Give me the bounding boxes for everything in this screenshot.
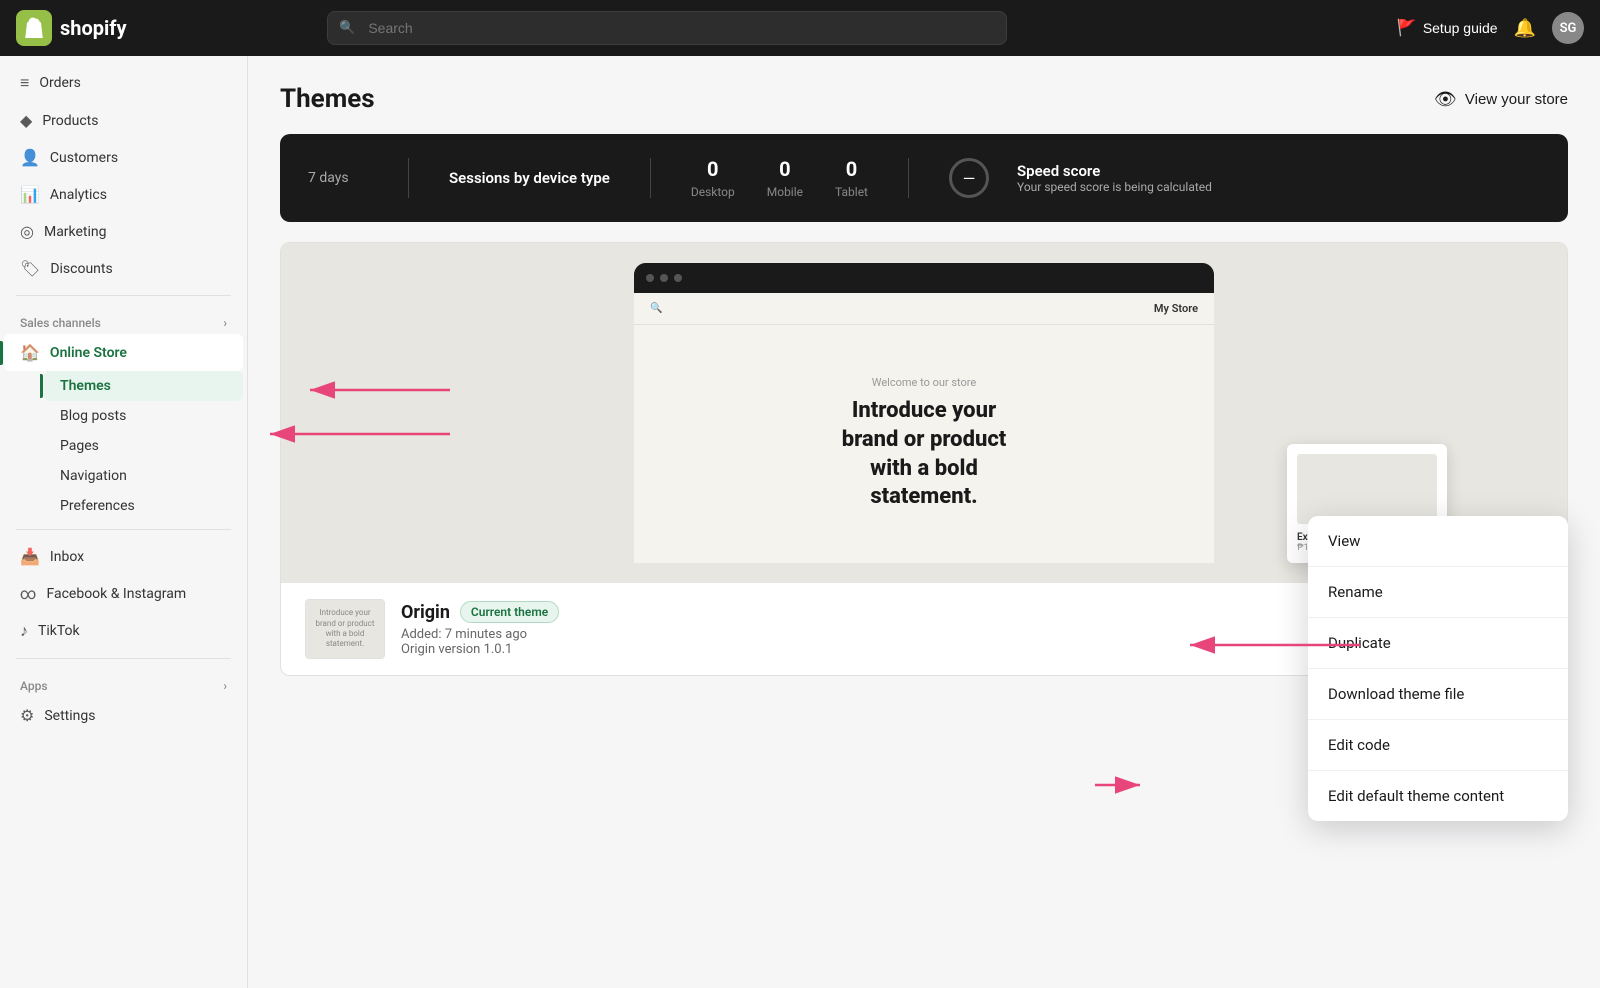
sidebar-item-inbox[interactable]: 📥 Inbox <box>4 538 243 575</box>
mockup-content: Welcome to our store Introduce yourbrand… <box>634 325 1214 563</box>
sidebar-item-customers[interactable]: 👤 Customers <box>4 139 243 176</box>
setup-guide-button[interactable]: 🚩 Setup guide <box>1397 18 1498 38</box>
tiktok-icon: ♪ <box>20 621 28 641</box>
discounts-icon: 🏷 <box>20 259 40 278</box>
apps-arrow: › <box>223 679 227 693</box>
theme-thumbnail: Introduce yourbrand or productwith a bol… <box>305 599 385 659</box>
sidebar-divider-2 <box>16 529 231 530</box>
sidebar-item-pages[interactable]: Pages <box>44 431 243 461</box>
mockup-nav: 🔍 My Store <box>634 293 1214 325</box>
products-icon: ◆ <box>20 111 32 130</box>
page-header: Themes 👁 View your store <box>280 84 1568 114</box>
mockup-heading: Introduce yourbrand or productwith a bol… <box>842 397 1007 511</box>
shopify-bag-icon <box>16 10 52 46</box>
analytics-divider-3 <box>908 158 909 198</box>
main-content: Themes 👁 View your store 7 days Sessions… <box>248 56 1600 988</box>
avatar[interactable]: SG <box>1552 12 1584 44</box>
speed-score-section: — Speed score Your speed score is being … <box>949 158 1212 198</box>
dropdown-item-download[interactable]: Download theme file <box>1308 669 1568 720</box>
theme-dropdown-menu: View Rename Duplicate Download theme fil… <box>1308 516 1568 821</box>
mockup-topbar <box>634 263 1214 293</box>
sidebar-item-facebook-instagram[interactable]: ∞ Facebook & Instagram <box>4 575 243 612</box>
customers-icon: 👤 <box>20 148 40 167</box>
topnav-right: 🚩 Setup guide 🔔 SG <box>1397 12 1584 44</box>
online-store-sub: Themes Blog posts Pages Navigation Prefe… <box>0 371 247 521</box>
sidebar-item-orders[interactable]: ≡ Orders <box>4 64 243 102</box>
dropdown-item-duplicate[interactable]: Duplicate <box>1308 618 1568 669</box>
mockup-dot-1 <box>646 274 654 282</box>
sidebar-item-navigation[interactable]: Navigation <box>44 461 243 491</box>
flag-icon: 🚩 <box>1397 18 1417 38</box>
sidebar-divider-1 <box>16 295 231 296</box>
orders-icon: ≡ <box>20 73 29 93</box>
analytics-devices: 0 Desktop 0 Mobile 0 Tablet <box>691 157 868 199</box>
dropdown-item-edit-code[interactable]: Edit code <box>1308 720 1568 771</box>
sidebar-item-preferences[interactable]: Preferences <box>44 491 243 521</box>
inbox-icon: 📥 <box>20 547 40 566</box>
analytics-banner: 7 days Sessions by device type 0 Desktop… <box>280 134 1568 222</box>
analytics-divider-2 <box>650 158 651 198</box>
app-layout: ≡ Orders ◆ Products 👤 Customers 📊 Analyt… <box>0 56 1600 988</box>
eye-icon: 👁 <box>1434 89 1457 110</box>
speed-info: Speed score Your speed score is being ca… <box>1017 162 1212 194</box>
search-input[interactable] <box>327 11 1007 45</box>
page-title: Themes <box>280 84 375 114</box>
facebook-instagram-icon: ∞ <box>20 584 36 603</box>
mockup-screen: 🔍 My Store Welcome to our store Introduc… <box>634 293 1214 563</box>
marketing-icon: ◎ <box>20 222 34 241</box>
sidebar-item-discounts[interactable]: 🏷 Discounts <box>4 250 243 287</box>
analytics-sessions-title: Sessions by device type <box>449 169 610 187</box>
notification-bell-icon[interactable]: 🔔 <box>1514 18 1536 39</box>
theme-mockup: 🔍 My Store Welcome to our store Introduc… <box>634 263 1214 563</box>
sales-channels-arrow: › <box>223 316 227 330</box>
sidebar-item-marketing[interactable]: ◎ Marketing <box>4 213 243 250</box>
analytics-mobile: 0 Mobile <box>767 157 803 199</box>
speed-circle-icon: — <box>949 158 989 198</box>
sidebar-item-tiktok[interactable]: ♪ TikTok <box>4 612 243 650</box>
sidebar-divider-3 <box>16 658 231 659</box>
shopify-text: shopify <box>60 16 127 40</box>
sidebar-item-analytics[interactable]: 📊 Analytics <box>4 176 243 213</box>
apps-label: Apps › <box>0 667 247 697</box>
shopify-logo[interactable]: shopify <box>16 10 127 46</box>
dropdown-item-view[interactable]: View <box>1308 516 1568 567</box>
theme-details: Origin Current theme Added: 7 minutes ag… <box>401 601 559 657</box>
sidebar-item-settings[interactable]: ⚙ Settings <box>4 697 243 734</box>
sidebar-item-themes[interactable]: Themes <box>44 371 243 401</box>
sidebar-item-products[interactable]: ◆ Products <box>4 102 243 139</box>
dropdown-item-rename[interactable]: Rename <box>1308 567 1568 618</box>
search-container <box>327 11 1007 45</box>
sidebar: ≡ Orders ◆ Products 👤 Customers 📊 Analyt… <box>0 56 248 988</box>
analytics-icon: 📊 <box>20 185 40 204</box>
view-store-button[interactable]: 👁 View your store <box>1434 89 1568 110</box>
mockup-product-image <box>1297 454 1437 524</box>
analytics-desktop: 0 Desktop <box>691 157 735 199</box>
mockup-dot-2 <box>660 274 668 282</box>
sidebar-item-blog-posts[interactable]: Blog posts <box>44 401 243 431</box>
dropdown-item-edit-default[interactable]: Edit default theme content <box>1308 771 1568 821</box>
analytics-tablet: 0 Tablet <box>835 157 868 199</box>
online-store-icon: 🏠 <box>20 343 40 362</box>
sales-channels-label: Sales channels › <box>0 304 247 334</box>
settings-icon: ⚙ <box>20 706 34 725</box>
analytics-divider-1 <box>408 158 409 198</box>
analytics-period: 7 days <box>308 170 368 186</box>
mockup-search-icon: 🔍 <box>650 303 662 314</box>
sidebar-item-online-store[interactable]: 🏠 Online Store <box>4 334 243 371</box>
top-navigation: shopify 🚩 Setup guide 🔔 SG <box>0 0 1600 56</box>
theme-thumbnail-inner: Introduce yourbrand or productwith a bol… <box>306 600 384 658</box>
mockup-dot-3 <box>674 274 682 282</box>
